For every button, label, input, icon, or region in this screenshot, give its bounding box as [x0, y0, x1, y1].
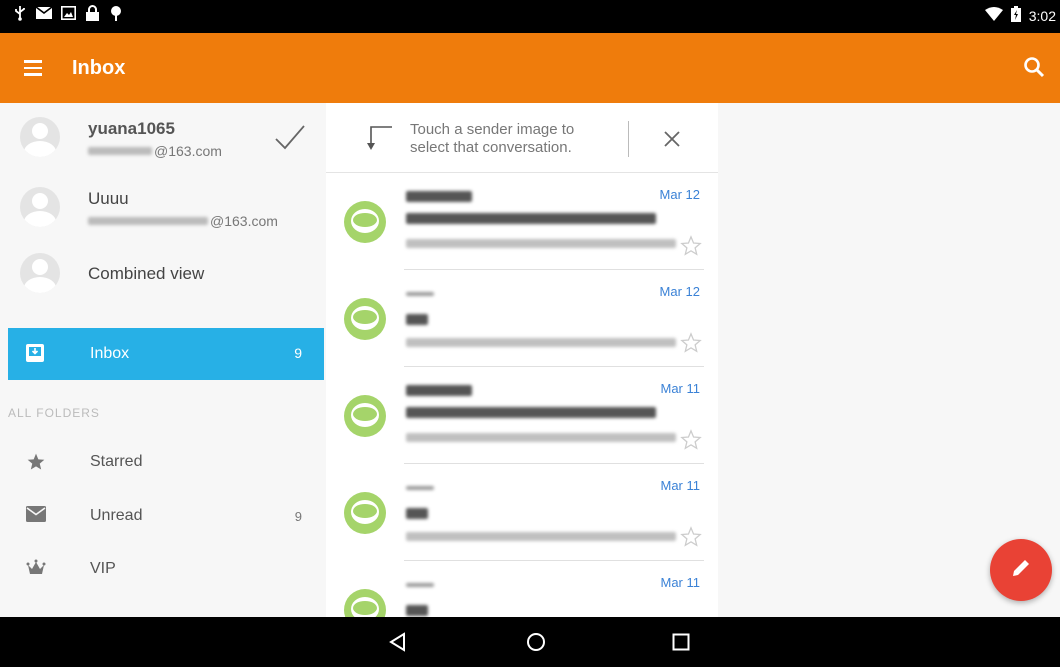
system-navigation-bar — [0, 617, 1060, 667]
sender-name-blurred — [406, 292, 434, 296]
section-header: ALL FOLDERS — [8, 406, 100, 420]
folder-label: Starred — [90, 453, 143, 470]
status-bar: 3:02 — [0, 0, 1060, 33]
mail-notification-icon — [36, 5, 52, 21]
star-icon[interactable] — [680, 526, 702, 548]
recents-icon[interactable] — [669, 630, 693, 654]
star-icon[interactable] — [680, 332, 702, 354]
folder-item-vip[interactable]: VIP — [8, 543, 324, 595]
subject-blurred — [406, 213, 656, 224]
clock: 3:02 — [1028, 7, 1056, 24]
sender-name-blurred — [406, 583, 434, 587]
lock-icon — [84, 5, 100, 21]
wifi-icon — [984, 7, 1003, 24]
conversation-item[interactable]: Mar 11 — [326, 367, 718, 464]
snippet-blurred — [406, 338, 676, 347]
account-email: @163.com — [88, 143, 222, 159]
conversation-date: Mar 12 — [659, 187, 700, 202]
star-icon[interactable] — [680, 429, 702, 451]
conversation-item[interactable]: Mar 11 — [326, 561, 718, 617]
combined-view-item[interactable]: Combined view — [0, 239, 326, 299]
battery-icon — [1010, 6, 1021, 25]
sender-avatar[interactable] — [344, 492, 386, 534]
sender-avatar[interactable] — [344, 298, 386, 340]
check-icon — [274, 123, 306, 153]
folder-label: Unread — [90, 507, 143, 524]
conversation-date: Mar 11 — [660, 381, 701, 396]
navigation-drawer: yuana1065 @163.com Uuuu @163.com Combine… — [0, 103, 326, 617]
tip-text-line2: select that conversation. — [410, 139, 572, 156]
compose-button[interactable] — [990, 539, 1052, 601]
email-local-part-blurred — [88, 147, 152, 155]
usb-icon — [12, 5, 28, 21]
snippet-blurred — [406, 433, 676, 442]
sender-avatar[interactable] — [344, 589, 386, 617]
mail-icon — [26, 506, 46, 526]
sender-avatar[interactable] — [344, 395, 386, 437]
conversation-date: Mar 11 — [660, 575, 701, 590]
app-bar: Inbox — [0, 33, 1060, 103]
email-domain: @163.com — [154, 143, 222, 159]
sender-name-blurred — [406, 191, 472, 202]
subject-blurred — [406, 407, 656, 418]
folder-count: 9 — [294, 345, 302, 361]
conversation-item[interactable]: Mar 12 — [326, 173, 718, 270]
back-icon[interactable] — [386, 630, 410, 654]
folder-label: VIP — [90, 560, 116, 577]
close-icon[interactable] — [660, 127, 684, 151]
conversation-item[interactable]: Mar 11 — [326, 464, 718, 561]
folder-label: Inbox — [90, 345, 130, 362]
tip-divider — [628, 121, 629, 157]
home-icon[interactable] — [524, 630, 548, 654]
menu-icon[interactable] — [24, 55, 50, 81]
account-item-active[interactable]: yuana1065 @163.com — [0, 103, 326, 163]
subject-blurred — [406, 314, 428, 325]
subject-blurred — [406, 508, 428, 519]
inbox-icon — [26, 344, 44, 362]
avatar — [20, 187, 60, 227]
tip-arrow-icon — [366, 123, 398, 155]
snippet-blurred — [406, 532, 676, 541]
conversation-item[interactable]: Mar 12 — [326, 270, 718, 367]
star-icon — [26, 452, 46, 472]
image-notification-icon — [60, 5, 76, 21]
page-title: Inbox — [72, 57, 126, 79]
account-name: yuana1065 — [88, 119, 175, 138]
debug-icon — [108, 5, 124, 21]
folder-count: 9 — [294, 509, 302, 524]
folder-item-unread[interactable]: Unread 9 — [8, 490, 324, 542]
account-name: Uuuu — [88, 189, 129, 208]
email-domain: @163.com — [210, 213, 278, 229]
tip-text: Touch a sender image to select that conv… — [410, 121, 620, 157]
email-local-part-blurred — [88, 217, 208, 225]
avatar — [20, 253, 60, 293]
status-bar-notifications — [12, 5, 124, 21]
status-bar-system: 3:02 — [984, 6, 1056, 25]
tip-text-line1: Touch a sender image to — [410, 121, 575, 138]
account-item[interactable]: Uuuu @163.com — [0, 173, 326, 233]
snippet-blurred — [406, 239, 676, 248]
conversation-list: Touch a sender image to select that conv… — [326, 103, 718, 617]
compose-pencil-icon — [1010, 557, 1032, 584]
sender-name-blurred — [406, 385, 472, 396]
sender-name-blurred — [406, 486, 434, 490]
subject-blurred — [406, 605, 428, 616]
selection-tip: Touch a sender image to select that conv… — [326, 103, 718, 173]
star-icon[interactable] — [680, 235, 702, 257]
conversation-date: Mar 12 — [659, 284, 700, 299]
crown-icon — [26, 559, 46, 579]
combined-view-label: Combined view — [88, 264, 205, 283]
conversation-date: Mar 11 — [660, 478, 701, 493]
folder-item-inbox[interactable]: Inbox 9 — [8, 328, 324, 380]
account-email: @163.com — [88, 213, 278, 229]
sender-avatar[interactable] — [344, 201, 386, 243]
search-icon[interactable] — [1022, 55, 1048, 81]
folder-item-starred[interactable]: Starred — [8, 436, 324, 488]
avatar — [20, 117, 60, 157]
